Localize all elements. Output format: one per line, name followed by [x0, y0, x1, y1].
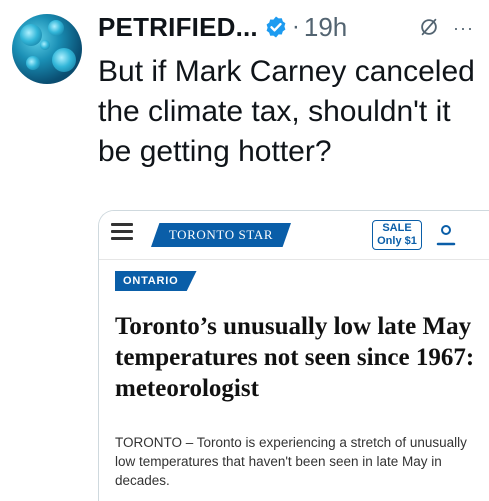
sale-price: Only $1: [377, 235, 417, 247]
verified-badge-icon: [266, 16, 286, 38]
article-summary: TORONTO – Toronto is experiencing a stre…: [115, 435, 467, 488]
timestamp[interactable]: 19h: [304, 12, 347, 43]
avatar-cell: [52, 48, 76, 72]
hamburger-menu-icon: [111, 223, 133, 241]
display-name[interactable]: PETRIFIED...: [98, 12, 258, 43]
sale-label: SALE: [382, 222, 412, 234]
sale-badge: SALE Only $1: [372, 220, 422, 250]
separator-dot: ·: [291, 13, 300, 40]
account-icon: [436, 225, 456, 246]
avatar-cell: [40, 40, 50, 50]
avatar[interactable]: [12, 14, 82, 84]
avatar-cell: [20, 24, 42, 46]
more-options-icon[interactable]: ···: [453, 18, 474, 39]
masthead-logo: TORONTO STAR: [151, 223, 291, 247]
article-headline: Toronto’s unusually low late May tempera…: [115, 313, 475, 402]
grok-icon[interactable]: [418, 16, 440, 38]
tweet-text: But if Mark Carney canceled the climate …: [98, 55, 475, 168]
avatar-cell: [48, 20, 64, 36]
avatar-cell: [26, 56, 40, 70]
card-topbar: TORONTO STAR SALE Only $1: [99, 211, 489, 260]
tweet-header: PETRIFIED... · 19h ···: [98, 6, 489, 48]
section-tag: ONTARIO: [115, 271, 197, 291]
link-card[interactable]: TORONTO STAR SALE Only $1 ONTARIO Toront…: [98, 210, 489, 501]
